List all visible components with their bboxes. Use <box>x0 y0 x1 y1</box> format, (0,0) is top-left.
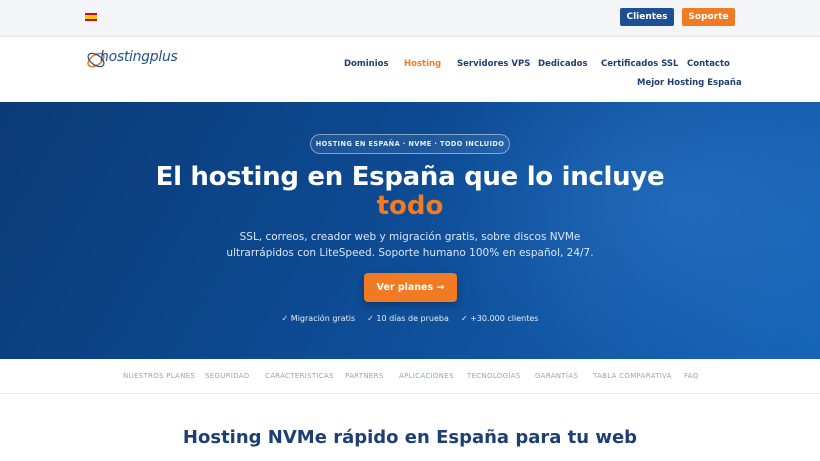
hostingplus-logo[interactable]: hostingplus <box>86 43 206 73</box>
section-title: Hosting NVMe rápido en España para tu we… <box>182 427 638 448</box>
site-header: hostingplus Dominios Hosting Servidores … <box>0 37 820 102</box>
nav-dominios[interactable]: Dominios <box>344 59 389 69</box>
nav-servidores-vps[interactable]: Servidores VPS <box>457 59 530 69</box>
subnav-tabla-comparativa[interactable]: TABLA COMPARATIVA <box>593 372 672 380</box>
subnav-caracteristicas[interactable]: CARACTERÍSTICAS <box>265 372 334 380</box>
subnav-garantias[interactable]: GARANTÍAS <box>535 372 578 380</box>
logo-text: hostingplus <box>100 49 178 65</box>
hero-subtitle: SSL, correos, creador web y migración gr… <box>226 231 594 259</box>
subnav-faq[interactable]: FAQ <box>684 372 698 380</box>
hero-pill-badge: HOSTING EN ESPAÑA · NVME · TODO INCLUIDO <box>310 134 510 154</box>
check-migracion: ✓ Migración gratis <box>281 314 356 323</box>
nav-certificados-ssl[interactable]: Certificados SSL <box>601 59 678 69</box>
subnav-tecnologias[interactable]: TECNOLOGÍAS <box>467 372 521 380</box>
check-prueba: ✓ 10 días de prueba <box>367 314 449 323</box>
section-subnav: NUESTROS PLANES SEGURIDAD CARACTERÍSTICA… <box>0 359 820 394</box>
spain-flag-icon[interactable] <box>85 13 97 21</box>
clientes-button[interactable]: Clientes <box>620 8 674 26</box>
hero-title-highlight: todo <box>376 191 444 221</box>
ver-planes-button[interactable]: Ver planes → <box>364 273 457 302</box>
nav-hosting[interactable]: Hosting <box>404 59 441 69</box>
hero-section: HOSTING EN ESPAÑA · NVME · TODO INCLUIDO… <box>0 102 820 359</box>
top-bar: Clientes Soporte <box>0 0 820 37</box>
hero-checks: ✓ Migración gratis ✓ 10 días de prueba ✓… <box>0 314 820 323</box>
subnav-aplicaciones[interactable]: APLICACIONES <box>399 372 454 380</box>
hero-title: El hosting en España que lo incluye <box>155 162 665 192</box>
nav-dedicados[interactable]: Dedicados <box>538 59 588 69</box>
subnav-seguridad[interactable]: SEGURIDAD <box>205 372 250 380</box>
nav-mejor-hosting-espana[interactable]: Mejor Hosting España <box>637 78 742 88</box>
check-clientes: ✓ +30.000 clientes <box>460 314 539 323</box>
subnav-nuestros-planes[interactable]: NUESTROS PLANES <box>123 372 195 380</box>
nav-contacto[interactable]: Contacto <box>687 59 730 69</box>
soporte-button[interactable]: Soporte <box>682 8 735 26</box>
subnav-partners[interactable]: PARTNERS <box>345 372 384 380</box>
